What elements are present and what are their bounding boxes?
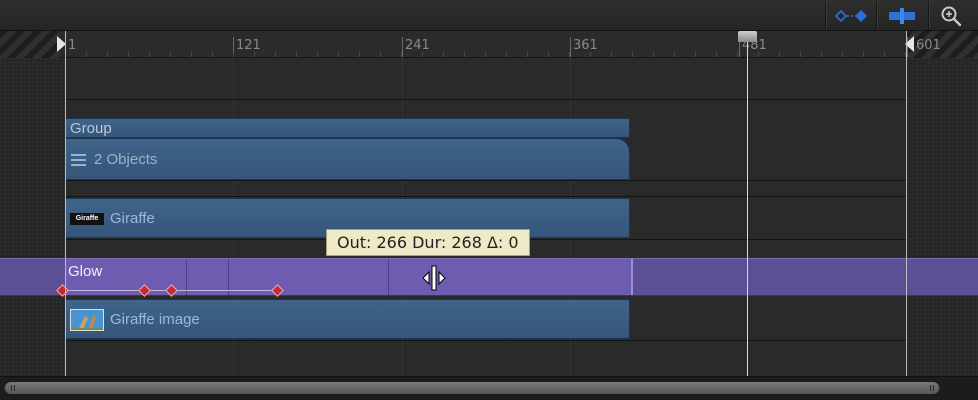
row-separator [65,99,906,100]
objects-bar[interactable]: 2 Objects [65,138,630,180]
ruler-minor-tick [128,52,129,57]
ruler-minor-tick [821,52,822,57]
ruler-minor-tick [401,52,402,57]
in-point-line [65,31,66,376]
toolbar-separator [876,2,877,29]
ruler-minor-tick [632,52,633,57]
ruler-minor-tick [779,52,780,57]
ruler-minor-tick [170,52,171,57]
timeline-toolbar [0,0,978,31]
giraffe-image-thumbnail [70,309,104,331]
ruler-minor-tick [422,52,423,57]
toolbar-separator [825,2,826,29]
group-label: Group [70,120,112,137]
ruler-label: 121 [236,38,261,53]
ruler-minor-tick [296,52,297,57]
snap-icon[interactable] [882,3,922,28]
ruler-minor-tick [485,52,486,57]
ruler-tick [570,37,571,57]
glow-segment-divider [388,259,389,295]
toolbar-separator [928,2,929,29]
ruler-minor-tick [527,52,528,57]
keyframe-diamonds-icon[interactable] [830,3,872,28]
ruler-minor-tick [212,52,213,57]
playhead[interactable] [747,31,748,376]
group-bar[interactable]: Group [65,118,630,138]
row-separator [65,340,906,341]
ruler-label: 1 [68,38,77,53]
glow-track[interactable]: Glow [0,258,978,297]
timeline-canvas[interactable]: Group 2 Objects Giraffe Giraffe Giraffe … [0,58,978,376]
out-point-line [906,31,907,376]
ruler-tick [402,37,403,57]
ruler-minor-tick [86,52,87,57]
ruler-minor-tick [506,52,507,57]
ruler-minor-tick [359,52,360,57]
ruler-minor-tick [569,52,570,57]
out-point-marker[interactable] [903,35,915,53]
ruler-minor-tick [464,52,465,57]
giraffe-thumbnail: Giraffe [70,213,104,225]
in-point-marker[interactable] [56,35,68,53]
ruler-minor-tick [674,52,675,57]
objects-label: 2 Objects [94,151,158,168]
ruler-minor-tick [107,52,108,57]
ruler-label: 361 [573,38,598,53]
ruler-minor-tick [254,52,255,57]
ruler-minor-tick [611,52,612,57]
ruler-minor-tick [737,52,738,57]
ruler-minor-tick [842,52,843,57]
ruler-minor-tick [149,52,150,57]
ruler-label: 601 [916,38,941,53]
zoom-icon[interactable] [934,3,968,28]
giraffe-image-label: Giraffe image [110,311,200,328]
playhead-handle[interactable] [738,31,757,42]
ruler-minor-tick [716,52,717,57]
ruler-minor-tick [233,52,234,57]
ruler-minor-tick [800,52,801,57]
trim-tooltip: Out: 266 Dur: 268 Δ: 0 [326,229,530,256]
ruler-minor-tick [317,52,318,57]
ruler-minor-tick [884,52,885,57]
list-icon [71,154,86,166]
ruler-minor-tick [863,52,864,57]
ruler-minor-tick [191,52,192,57]
horizontal-scrollbar[interactable] [0,376,978,400]
ruler-minor-tick [758,52,759,57]
ruler-minor-tick [695,52,696,57]
giraffe-image-bar[interactable]: Giraffe image [65,299,630,339]
ruler-minor-tick [653,52,654,57]
giraffe-label: Giraffe [110,210,155,227]
ruler-minor-tick [380,52,381,57]
ruler-minor-tick [548,52,549,57]
resize-cursor-icon [422,265,446,291]
ruler-minor-tick [443,52,444,57]
timeline-ruler[interactable]: 1 121 241 361 481 601 [0,31,978,58]
row-separator [65,180,906,181]
row-separator [65,196,906,197]
ruler-minor-tick [338,52,339,57]
ruler-minor-tick [590,52,591,57]
ruler-label: 241 [405,38,430,53]
glow-label: Glow [68,263,103,280]
ruler-hatch-left [0,31,60,58]
ruler-minor-tick [275,52,276,57]
scrollbar-thumb[interactable] [5,382,939,394]
